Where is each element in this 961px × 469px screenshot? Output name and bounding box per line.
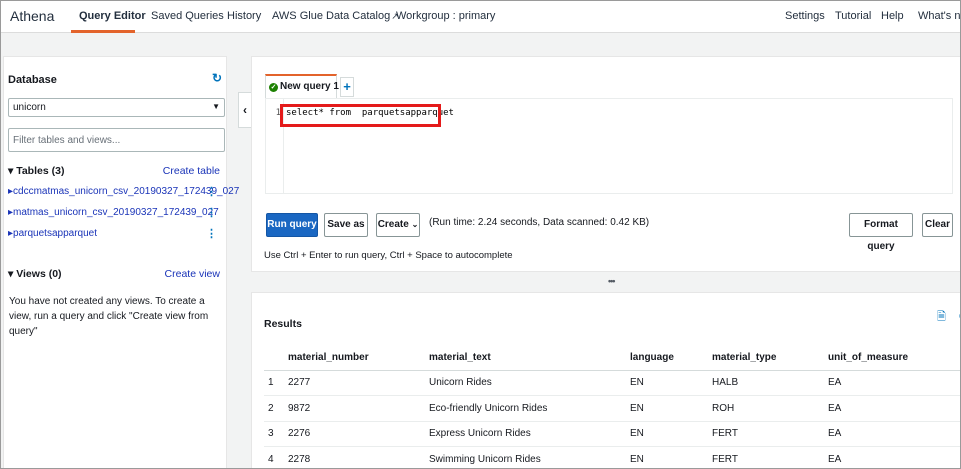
chevron-down-icon: ⌄ [411, 220, 419, 229]
column-header: language [630, 346, 712, 371]
table-cell: EA [828, 370, 960, 396]
table-cell: 1 [264, 370, 288, 396]
table-cell: FERT [712, 421, 828, 447]
tab-label: New query 1 [280, 81, 339, 92]
database-select-value: unicorn [13, 102, 46, 113]
chevron-left-icon: ‹ [243, 103, 247, 117]
nav-whats-new[interactable]: What's new [918, 10, 960, 22]
column-header: unit_of_measure [828, 346, 960, 371]
format-query-button[interactable]: Format query [849, 213, 913, 252]
nav-history[interactable]: History [227, 10, 261, 22]
table-cell: EN [630, 421, 712, 447]
results-table: material_number material_text language m… [264, 346, 960, 468]
refresh-icon[interactable]: ↻ [212, 71, 222, 85]
top-navigation: Athena Query Editor Saved Queries Histor… [1, 1, 960, 33]
results-panel: Results 🗎 ↙ material_number material_tex… [251, 292, 960, 468]
caret-down-icon: ▾ [8, 268, 17, 280]
create-label: Create [377, 219, 409, 230]
table-cell: Unicorn Rides [429, 370, 630, 396]
add-tab-button[interactable]: + [340, 77, 354, 97]
nav-help[interactable]: Help [881, 10, 904, 22]
nav-saved-queries[interactable]: Saved Queries [151, 10, 224, 22]
clear-button[interactable]: Clear [922, 213, 953, 237]
create-dropdown-button[interactable]: Create ⌄ [376, 213, 420, 237]
views-empty-message: You have not created any views. To creat… [9, 296, 209, 337]
table-cell: Swimming Unicorn Rides [429, 446, 630, 468]
table-item-label: matmas_unicorn_csv_20190327_172439_027 [13, 207, 219, 218]
nav-query-editor[interactable]: Query Editor [79, 10, 146, 22]
table-row: 3 2276 Express Unicorn Rides EN FERT EA [264, 421, 960, 447]
document-icon[interactable]: 🗎 [937, 308, 946, 327]
table-options-icon[interactable]: ⋮ [206, 206, 217, 219]
create-view-link[interactable]: Create view [165, 268, 220, 280]
nav-glue-catalog[interactable]: AWS Glue Data Catalog↗ [272, 10, 399, 22]
nav-glue-catalog-label: AWS Glue Data Catalog [272, 10, 391, 22]
table-cell: EN [630, 395, 712, 422]
column-header: material_type [712, 346, 828, 371]
query-highlight-annotation [280, 104, 441, 127]
table-cell: 2276 [288, 421, 429, 447]
create-table-link[interactable]: Create table [163, 165, 220, 177]
table-cell: 3 [264, 421, 288, 447]
table-cell: 9872 [288, 395, 429, 422]
active-tab-indicator [71, 30, 135, 33]
table-cell: HALB [712, 370, 828, 396]
tab-new-query-1[interactable]: ✓ New query 1 [265, 74, 339, 98]
nav-workgroup[interactable]: Workgroup : primary [396, 10, 495, 22]
views-title: Views (0) [16, 268, 62, 280]
caret-down-icon: ▾ [8, 165, 17, 177]
column-header [264, 346, 288, 371]
table-header-row: material_number material_text language m… [264, 346, 960, 371]
table-item[interactable]: ▸cdccmatmas_unicorn_csv_20190327_172439_… [8, 186, 239, 197]
results-title: Results [264, 318, 302, 330]
table-cell: EA [828, 395, 960, 422]
nav-tutorial[interactable]: Tutorial [835, 10, 871, 22]
table-options-icon[interactable]: ⋮ [206, 185, 217, 198]
tables-section-toggle[interactable]: ▾ Tables (3) [8, 165, 64, 177]
table-cell: Eco-friendly Unicorn Rides [429, 395, 630, 422]
brand-logo: Athena [10, 8, 55, 24]
views-section-toggle[interactable]: ▾ Views (0) [8, 268, 62, 280]
caret-down-icon: ▼ [212, 102, 220, 111]
table-item-label: parquetsapparquet [13, 228, 97, 239]
table-cell: EN [630, 446, 712, 468]
table-cell: 2278 [288, 446, 429, 468]
table-item[interactable]: ▸matmas_unicorn_csv_20190327_172439_027 [8, 207, 219, 218]
nav-settings[interactable]: Settings [785, 10, 825, 22]
table-row: 4 2278 Swimming Unicorn Rides EN FERT EA [264, 446, 960, 468]
table-cell: EN [630, 370, 712, 396]
success-check-icon: ✓ [269, 83, 278, 92]
table-cell: 2277 [288, 370, 429, 396]
table-cell: 2 [264, 395, 288, 422]
resize-handle-icon[interactable]: ••• [608, 276, 616, 286]
table-cell: FERT [712, 446, 828, 468]
database-sidebar: Database ↻ unicorn ▼ ▾ Tables (3) Create… [3, 56, 239, 468]
column-header: material_text [429, 346, 630, 371]
filter-tables-input[interactable] [8, 128, 225, 152]
query-editor-panel: ✓ New query 1 + 1 select* from parquetsap… [251, 56, 960, 272]
column-header: material_number [288, 346, 429, 371]
table-cell: 4 [264, 446, 288, 468]
app-window: Athena Query Editor Saved Queries Histor… [0, 0, 961, 469]
run-query-button[interactable]: Run query [266, 213, 318, 237]
table-options-icon[interactable]: ⋮ [206, 227, 217, 240]
table-cell: EA [828, 446, 960, 468]
table-cell: ROH [712, 395, 828, 422]
table-cell: EA [828, 421, 960, 447]
collapse-sidebar-button[interactable]: ‹ [238, 92, 251, 128]
tables-title: Tables (3) [16, 165, 65, 177]
database-label: Database [8, 74, 57, 86]
database-select[interactable]: unicorn ▼ [8, 98, 225, 117]
table-item[interactable]: ▸parquetsapparquet [8, 228, 97, 239]
table-cell: Express Unicorn Rides [429, 421, 630, 447]
run-info: (Run time: 2.24 seconds, Data scanned: 0… [429, 217, 650, 228]
keyboard-hint: Use Ctrl + Enter to run query, Ctrl + Sp… [264, 250, 513, 261]
table-row: 1 2277 Unicorn Rides EN HALB EA [264, 370, 960, 396]
save-as-button[interactable]: Save as [324, 213, 368, 237]
table-row: 2 9872 Eco-friendly Unicorn Rides EN ROH… [264, 395, 960, 422]
